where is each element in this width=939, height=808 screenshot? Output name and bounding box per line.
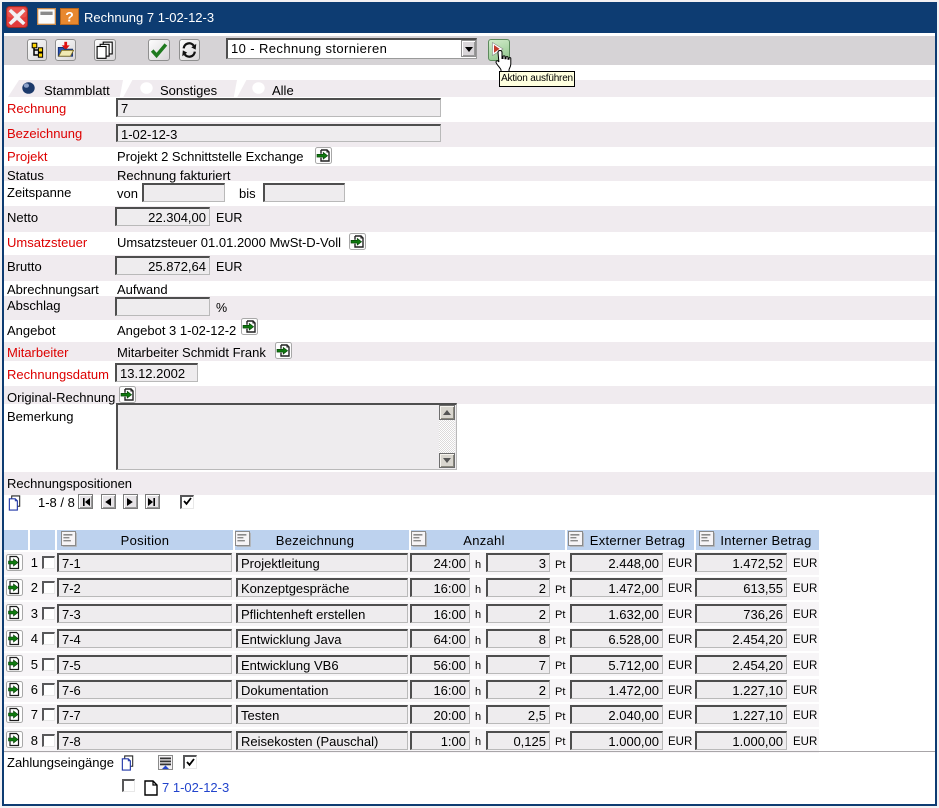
- svg-text:?: ?: [65, 9, 74, 25]
